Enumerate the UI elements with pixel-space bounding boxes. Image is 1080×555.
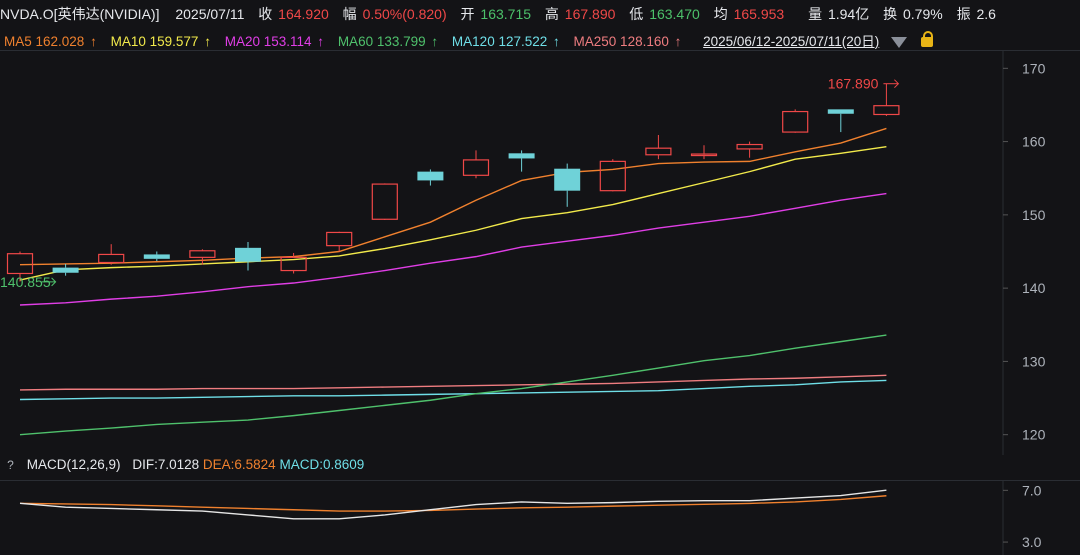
ma-legend-ma10[interactable]: MA10 159.577 bbox=[111, 34, 199, 49]
date-range-selector[interactable]: 2025/06/12-2025/07/11(20日) bbox=[703, 34, 879, 49]
candle-body bbox=[143, 254, 170, 259]
candle-body bbox=[326, 231, 353, 247]
dea-line bbox=[19, 495, 887, 512]
ma-legend-ma5[interactable]: MA5 162.028 bbox=[4, 34, 84, 49]
help-icon[interactable]: ? bbox=[4, 459, 17, 472]
candle-body bbox=[554, 168, 581, 191]
close-label: 收 bbox=[258, 6, 273, 22]
ma-arrow-icon: ↑ bbox=[317, 34, 325, 49]
open-label: 开 bbox=[460, 6, 475, 22]
y-tick-label: 160 bbox=[1022, 134, 1046, 150]
ma-legend-ma20[interactable]: MA20 153.114 bbox=[225, 34, 312, 49]
ma-arrow-icon: ↑ bbox=[674, 34, 682, 49]
avg-label: 均 bbox=[713, 6, 728, 22]
ma-arrow-icon: ↑ bbox=[553, 34, 560, 49]
candle-body bbox=[782, 110, 809, 133]
close-value: 164.920 bbox=[278, 6, 329, 22]
dropdown-triangle-icon[interactable] bbox=[891, 36, 908, 48]
volume-value: 1.94亿 bbox=[827, 6, 870, 22]
candle-body bbox=[873, 105, 900, 116]
volume-label: 量 bbox=[808, 6, 823, 22]
macd-value: MACD:0.8609 bbox=[279, 457, 365, 472]
change-value: 0.50%(0.820) bbox=[362, 6, 447, 22]
ma-arrow-icon: ↑ bbox=[90, 34, 97, 49]
turnover-value: 0.79% bbox=[903, 6, 943, 22]
ma-line-ma250 bbox=[19, 374, 887, 391]
high-value: 167.890 bbox=[564, 6, 616, 22]
amplitude-label: 振 bbox=[956, 6, 971, 22]
candle-body bbox=[235, 247, 261, 262]
change-label: 幅 bbox=[342, 6, 357, 22]
ma-arrow-icon: ↑ bbox=[204, 34, 211, 49]
macd-dea: DEA:6.5824 bbox=[202, 457, 276, 472]
y-tick-label: 3.0 bbox=[1022, 534, 1042, 550]
ma-legend-ma60[interactable]: MA60 133.799 bbox=[338, 34, 426, 49]
y-tick-label: 150 bbox=[1022, 207, 1046, 223]
candle-body bbox=[736, 143, 763, 150]
candle-body bbox=[52, 267, 79, 273]
lock-icon[interactable] bbox=[920, 31, 933, 48]
dif-line bbox=[19, 489, 887, 520]
candle-body bbox=[508, 153, 535, 159]
candle-body bbox=[462, 159, 490, 176]
y-tick-label: 170 bbox=[1022, 60, 1046, 76]
candle-body bbox=[645, 147, 672, 156]
candle-body bbox=[827, 109, 854, 114]
ma-arrow-icon: ↑ bbox=[431, 34, 439, 49]
y-tick-label: 140 bbox=[1022, 280, 1046, 296]
candle-body bbox=[6, 253, 34, 275]
low-value: 163.470 bbox=[649, 6, 700, 22]
candle-body bbox=[98, 253, 125, 264]
candle-body bbox=[599, 160, 626, 192]
candlestick-chart[interactable]: 170160150140130120167.890140.855 bbox=[0, 50, 1080, 455]
y-tick-label: 120 bbox=[1022, 427, 1046, 443]
y-tick-label: 130 bbox=[1022, 353, 1046, 369]
high-annotation-label: 167.890 bbox=[828, 76, 879, 92]
macd-dif: DIF:7.0128 bbox=[132, 457, 200, 472]
low-label: 低 bbox=[629, 6, 644, 22]
ma-legend-ma250[interactable]: MA250 128.160 bbox=[574, 34, 669, 49]
ma-legend: MA5 162.028 ↑ MA10 159.577 ↑ MA20 153.11… bbox=[0, 30, 935, 50]
avg-value: 165.953 bbox=[733, 6, 785, 22]
macd-legend: ? MACD(12,26,9) DIF:7.0128 DEA:6.5824 MA… bbox=[0, 457, 364, 472]
high-label: 高 bbox=[544, 6, 559, 22]
amplitude-value: 2.6 bbox=[976, 6, 996, 22]
ma-line-ma20 bbox=[19, 192, 887, 306]
open-value: 163.715 bbox=[480, 6, 532, 22]
quote-header: NVDA.O[英伟达(NVIDIA)] 2025/07/11 收 164.920… bbox=[0, 4, 1080, 26]
macd-params[interactable]: MACD(12,26,9) bbox=[27, 457, 121, 472]
macd-chart[interactable]: 7.0 3.0 bbox=[0, 480, 1080, 555]
turnover-label: 换 bbox=[883, 6, 898, 22]
candle-body bbox=[371, 183, 398, 220]
quote-date: 2025/07/11 bbox=[175, 6, 245, 22]
ma-line-ma60 bbox=[19, 334, 887, 436]
symbol-name[interactable]: NVDA.O[英伟达(NVIDIA)] bbox=[0, 6, 159, 22]
candle-body bbox=[417, 171, 444, 181]
ma-legend-ma120[interactable]: MA120 127.522 bbox=[452, 34, 547, 49]
candle-body bbox=[189, 250, 216, 258]
y-tick-label: 7.0 bbox=[1022, 482, 1042, 498]
